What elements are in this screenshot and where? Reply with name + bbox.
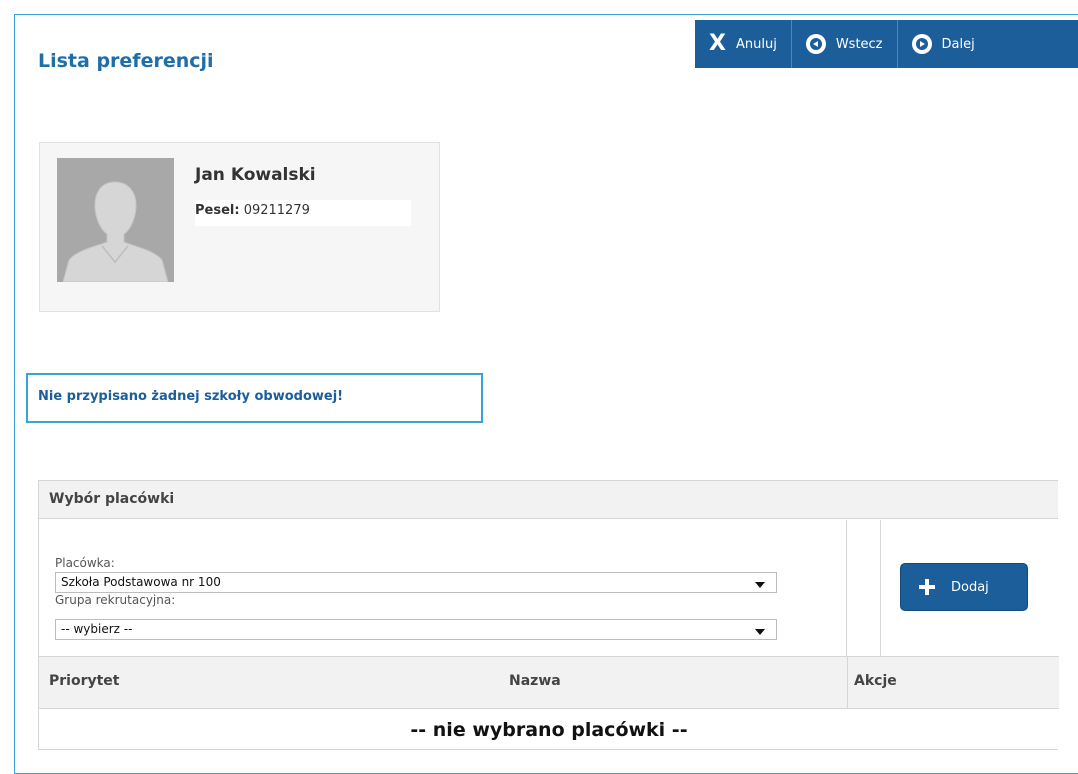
- placowka-select[interactable]: Szkoła Podstawowa nr 100: [55, 572, 777, 593]
- panel-title: Wybór placówki: [39, 481, 1058, 519]
- page-title: Lista preferencji: [38, 50, 214, 72]
- placowka-label: Placówka:: [55, 556, 115, 570]
- student-name: Jan Kowalski: [195, 165, 316, 185]
- back-button[interactable]: Wstecz: [792, 20, 898, 68]
- grupa-select-value: -- wybierz --: [61, 622, 133, 636]
- avatar: [57, 158, 174, 282]
- next-arrow-icon: [911, 34, 932, 54]
- student-profile-card: Jan Kowalski Pesel: 09211279: [39, 142, 440, 312]
- grupa-select[interactable]: -- wybierz --: [55, 619, 777, 640]
- chevron-down-icon: [755, 582, 765, 588]
- column-divider: [847, 520, 881, 656]
- back-label: Wstecz: [835, 36, 883, 52]
- column-header-priority: Priorytet: [49, 673, 120, 689]
- column-divider: [847, 657, 848, 709]
- selection-form: Placówka: Szkoła Podstawowa nr 100 Grupa…: [39, 520, 847, 656]
- next-label: Dalej: [941, 36, 975, 52]
- column-header-actions: Akcje: [854, 673, 897, 689]
- add-button[interactable]: Dodaj: [900, 563, 1028, 611]
- plus-icon: [919, 579, 935, 595]
- pesel-value: 09211279: [243, 203, 310, 218]
- placowka-select-value: Szkoła Podstawowa nr 100: [61, 575, 221, 589]
- selection-panel: Wybór placówki Placówka: Szkoła Podstawo…: [38, 480, 1059, 750]
- wizard-toolbar: X Anuluj Wstecz Dalej: [695, 20, 1078, 68]
- chevron-down-icon: [755, 629, 765, 635]
- empty-table-message: -- nie wybrano placówki --: [410, 719, 688, 741]
- column-header-name: Nazwa: [509, 673, 561, 689]
- person-silhouette-icon: [57, 158, 174, 282]
- back-arrow-icon: [805, 34, 826, 54]
- add-label: Dodaj: [951, 579, 989, 595]
- next-button[interactable]: Dalej: [898, 20, 989, 68]
- pesel-label: Pesel:: [195, 203, 240, 218]
- cancel-label: Anuluj: [735, 36, 777, 52]
- alert-message: Nie przypisano żadnej szkoły obwodowej!: [26, 373, 483, 423]
- pesel-row: Pesel: 09211279: [195, 200, 411, 226]
- cancel-button[interactable]: X Anuluj: [695, 20, 792, 68]
- grupa-label: Grupa rekrutacyjna:: [55, 593, 176, 607]
- close-icon: X: [709, 31, 726, 56]
- table-header: Priorytet Nazwa Akcje: [39, 656, 1059, 709]
